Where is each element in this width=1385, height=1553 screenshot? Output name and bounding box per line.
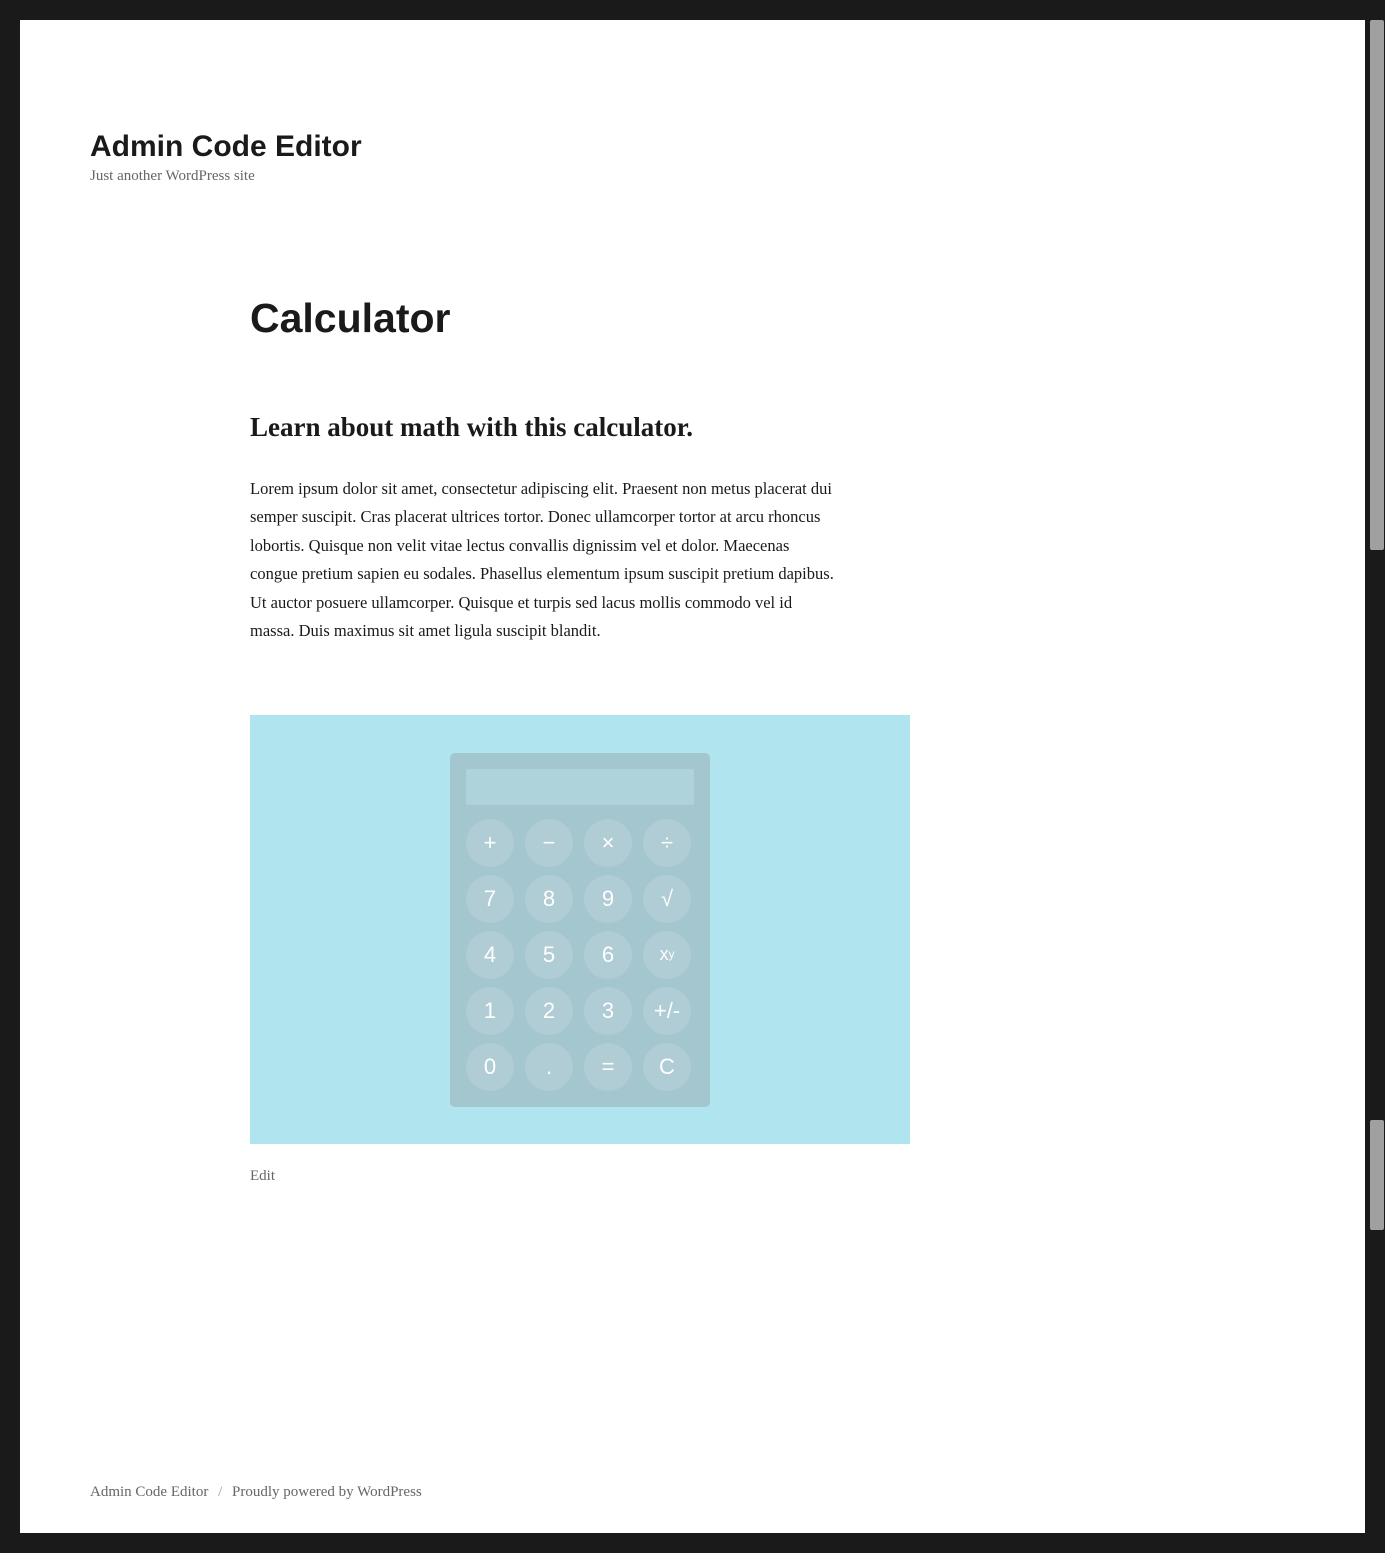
edit-link[interactable]: Edit [250, 1168, 275, 1185]
calc-button-sqrt[interactable]: √ [643, 875, 691, 923]
calc-button-negate[interactable]: +/- [643, 987, 691, 1035]
calc-button-zero[interactable]: 0 [466, 1043, 514, 1091]
post-title: Calculator [250, 295, 840, 342]
calc-button-one[interactable]: 1 [466, 987, 514, 1035]
calculator-display[interactable] [466, 769, 694, 805]
calc-button-decimal[interactable]: . [525, 1043, 573, 1091]
calc-button-equals[interactable]: = [584, 1043, 632, 1091]
site-title-link[interactable]: Admin Code Editor [90, 130, 362, 163]
calc-button-six[interactable]: 6 [584, 931, 632, 979]
calculator: +−×÷ 789√ 456xy 123+/- 0.=C [450, 753, 710, 1107]
calculator-keypad: +−×÷ 789√ 456xy 123+/- 0.=C [466, 819, 694, 1091]
post-body: Lorem ipsum dolor sit amet, consectetur … [250, 475, 840, 645]
footer-site-link[interactable]: Admin Code Editor [90, 1484, 208, 1500]
calc-button-power[interactable]: xy [643, 931, 691, 979]
calc-button-eight[interactable]: 8 [525, 875, 573, 923]
footer-powered-by-link[interactable]: Proudly powered by WordPress [232, 1484, 422, 1500]
site-footer: Admin Code Editor / Proudly powered by W… [90, 1484, 422, 1501]
calc-button-nine[interactable]: 9 [584, 875, 632, 923]
post-subheading: Learn about math with this calculator. [250, 412, 840, 443]
vertical-scrollbar-thumb[interactable] [1370, 1120, 1384, 1230]
calc-button-five[interactable]: 5 [525, 931, 573, 979]
calc-button-three[interactable]: 3 [584, 987, 632, 1035]
calc-button-two[interactable]: 2 [525, 987, 573, 1035]
post-content: Calculator Learn about math with this ca… [20, 185, 940, 1185]
calc-button-subtract[interactable]: − [525, 819, 573, 867]
calc-button-seven[interactable]: 7 [466, 875, 514, 923]
calc-button-add[interactable]: + [466, 819, 514, 867]
site-header: Admin Code Editor Just another WordPress… [20, 20, 1365, 185]
page-container: Admin Code Editor Just another WordPress… [20, 20, 1365, 1533]
vertical-scrollbar-thumb[interactable] [1370, 20, 1384, 550]
footer-separator: / [218, 1484, 222, 1500]
calculator-widget-wrapper: +−×÷ 789√ 456xy 123+/- 0.=C [250, 715, 910, 1144]
site-tagline: Just another WordPress site [90, 168, 1295, 185]
calc-button-multiply[interactable]: × [584, 819, 632, 867]
calc-button-clear[interactable]: C [643, 1043, 691, 1091]
calc-button-four[interactable]: 4 [466, 931, 514, 979]
calc-button-divide[interactable]: ÷ [643, 819, 691, 867]
